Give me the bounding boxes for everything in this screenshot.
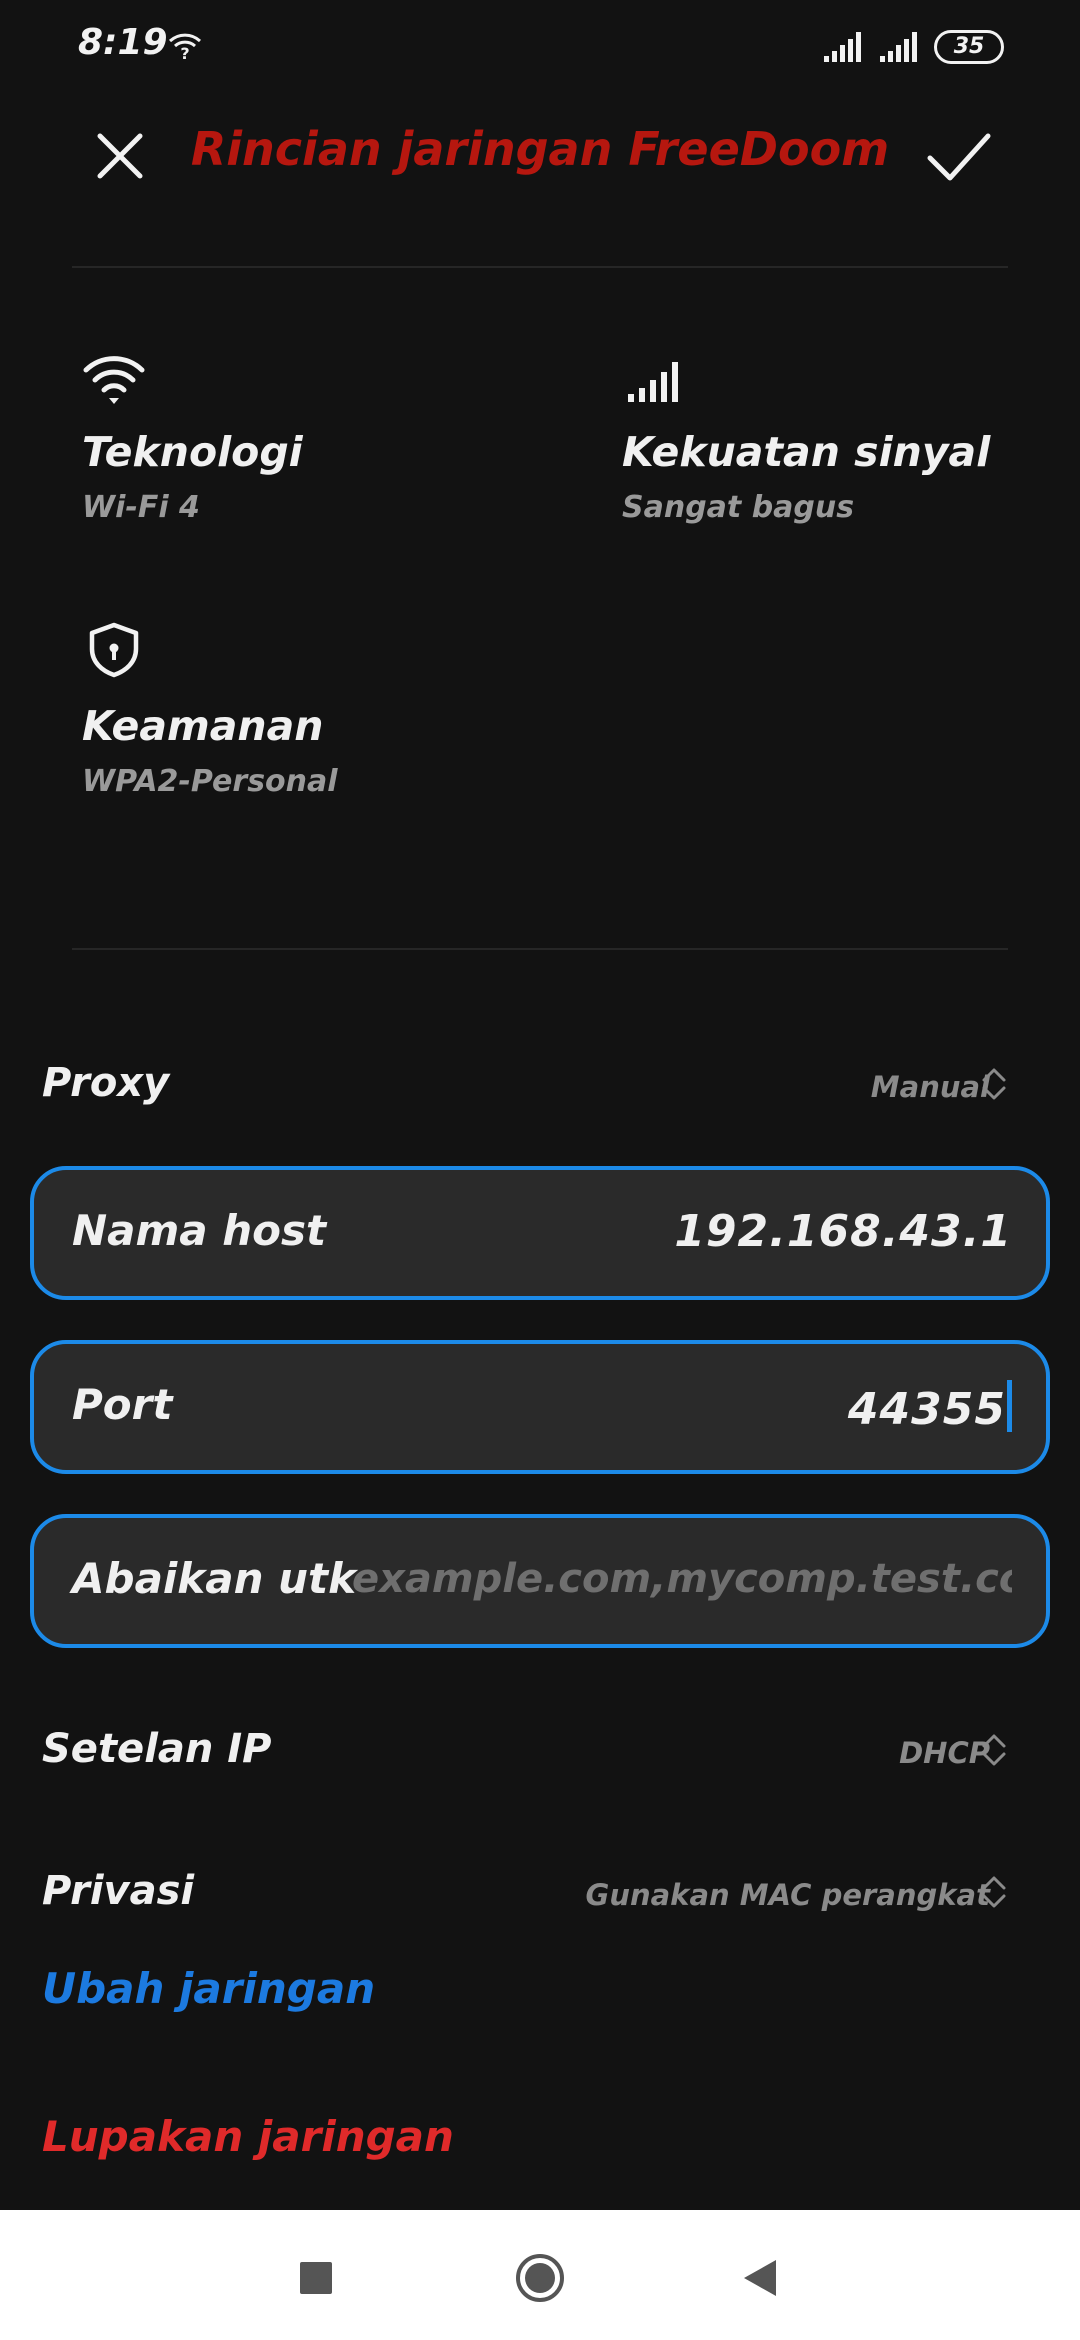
signal-label: Kekuatan sinyal	[622, 428, 991, 476]
port-field[interactable]: Port 44355	[30, 1340, 1050, 1474]
signal-value: Sangat bagus	[622, 490, 855, 525]
status-bar: 8:19 ? 35	[0, 0, 1080, 95]
ip-settings-value: DHCP	[899, 1736, 990, 1770]
check-icon[interactable]	[924, 124, 994, 188]
wifi-icon	[83, 356, 145, 404]
home-icon[interactable]	[514, 2252, 566, 2304]
battery-level: 35	[953, 34, 985, 59]
cell-signal-icon	[880, 32, 917, 62]
chevron-up-down-icon	[982, 1876, 1006, 1908]
hostname-field[interactable]: Nama host 192.168.43.1	[30, 1166, 1050, 1300]
port-input[interactable]: 44355	[848, 1384, 1006, 1435]
proxy-label: Proxy	[42, 1060, 170, 1106]
proxy-value: Manual	[870, 1070, 990, 1104]
battery-icon: 35	[934, 30, 1004, 64]
technology-label: Teknologi	[82, 428, 303, 476]
navigation-bar	[0, 2210, 1080, 2340]
status-time: 8:19	[78, 22, 168, 63]
svg-text:?: ?	[180, 44, 189, 60]
shield-icon	[89, 622, 139, 678]
privacy-label: Privasi	[42, 1868, 195, 1914]
cell-signal-icon	[824, 32, 861, 62]
divider	[72, 948, 1008, 950]
bypass-input[interactable]: example.com,mycomp.test.com,...	[352, 1556, 1012, 1602]
port-label: Port	[72, 1380, 173, 1429]
ip-settings-label: Setelan IP	[42, 1726, 272, 1772]
technology-value: Wi-Fi 4	[82, 490, 200, 525]
forget-network-link[interactable]: Lupakan jaringan	[42, 2112, 454, 2161]
back-icon[interactable]	[742, 2258, 778, 2298]
bypass-label: Abaikan utk	[72, 1554, 357, 1603]
chevron-up-down-icon	[982, 1734, 1006, 1766]
security-label: Keamanan	[82, 702, 324, 750]
bypass-field[interactable]: Abaikan utk example.com,mycomp.test.com,…	[30, 1514, 1050, 1648]
divider	[72, 266, 1008, 268]
port-input-wrap[interactable]: 44355	[848, 1380, 1012, 1435]
text-cursor	[1007, 1380, 1012, 1432]
chevron-up-down-icon	[982, 1068, 1006, 1100]
close-icon[interactable]	[88, 124, 152, 188]
recents-icon[interactable]	[300, 2262, 332, 2294]
page-title: Rincian jaringan FreeDoom	[190, 122, 890, 176]
security-value: WPA2-Personal	[82, 764, 338, 799]
signal-strength-icon	[628, 362, 678, 402]
wifi-network-details-screen: 8:19 ? 35 Rincian jaringan FreeDoom Tekn…	[0, 0, 1080, 2340]
wifi-unknown-icon: ?	[168, 33, 202, 60]
hostname-label: Nama host	[72, 1206, 327, 1255]
hostname-input[interactable]: 192.168.43.1	[674, 1206, 1012, 1257]
privacy-value: Gunakan MAC perangkat	[585, 1878, 990, 1912]
modify-network-link[interactable]: Ubah jaringan	[42, 1964, 375, 2013]
